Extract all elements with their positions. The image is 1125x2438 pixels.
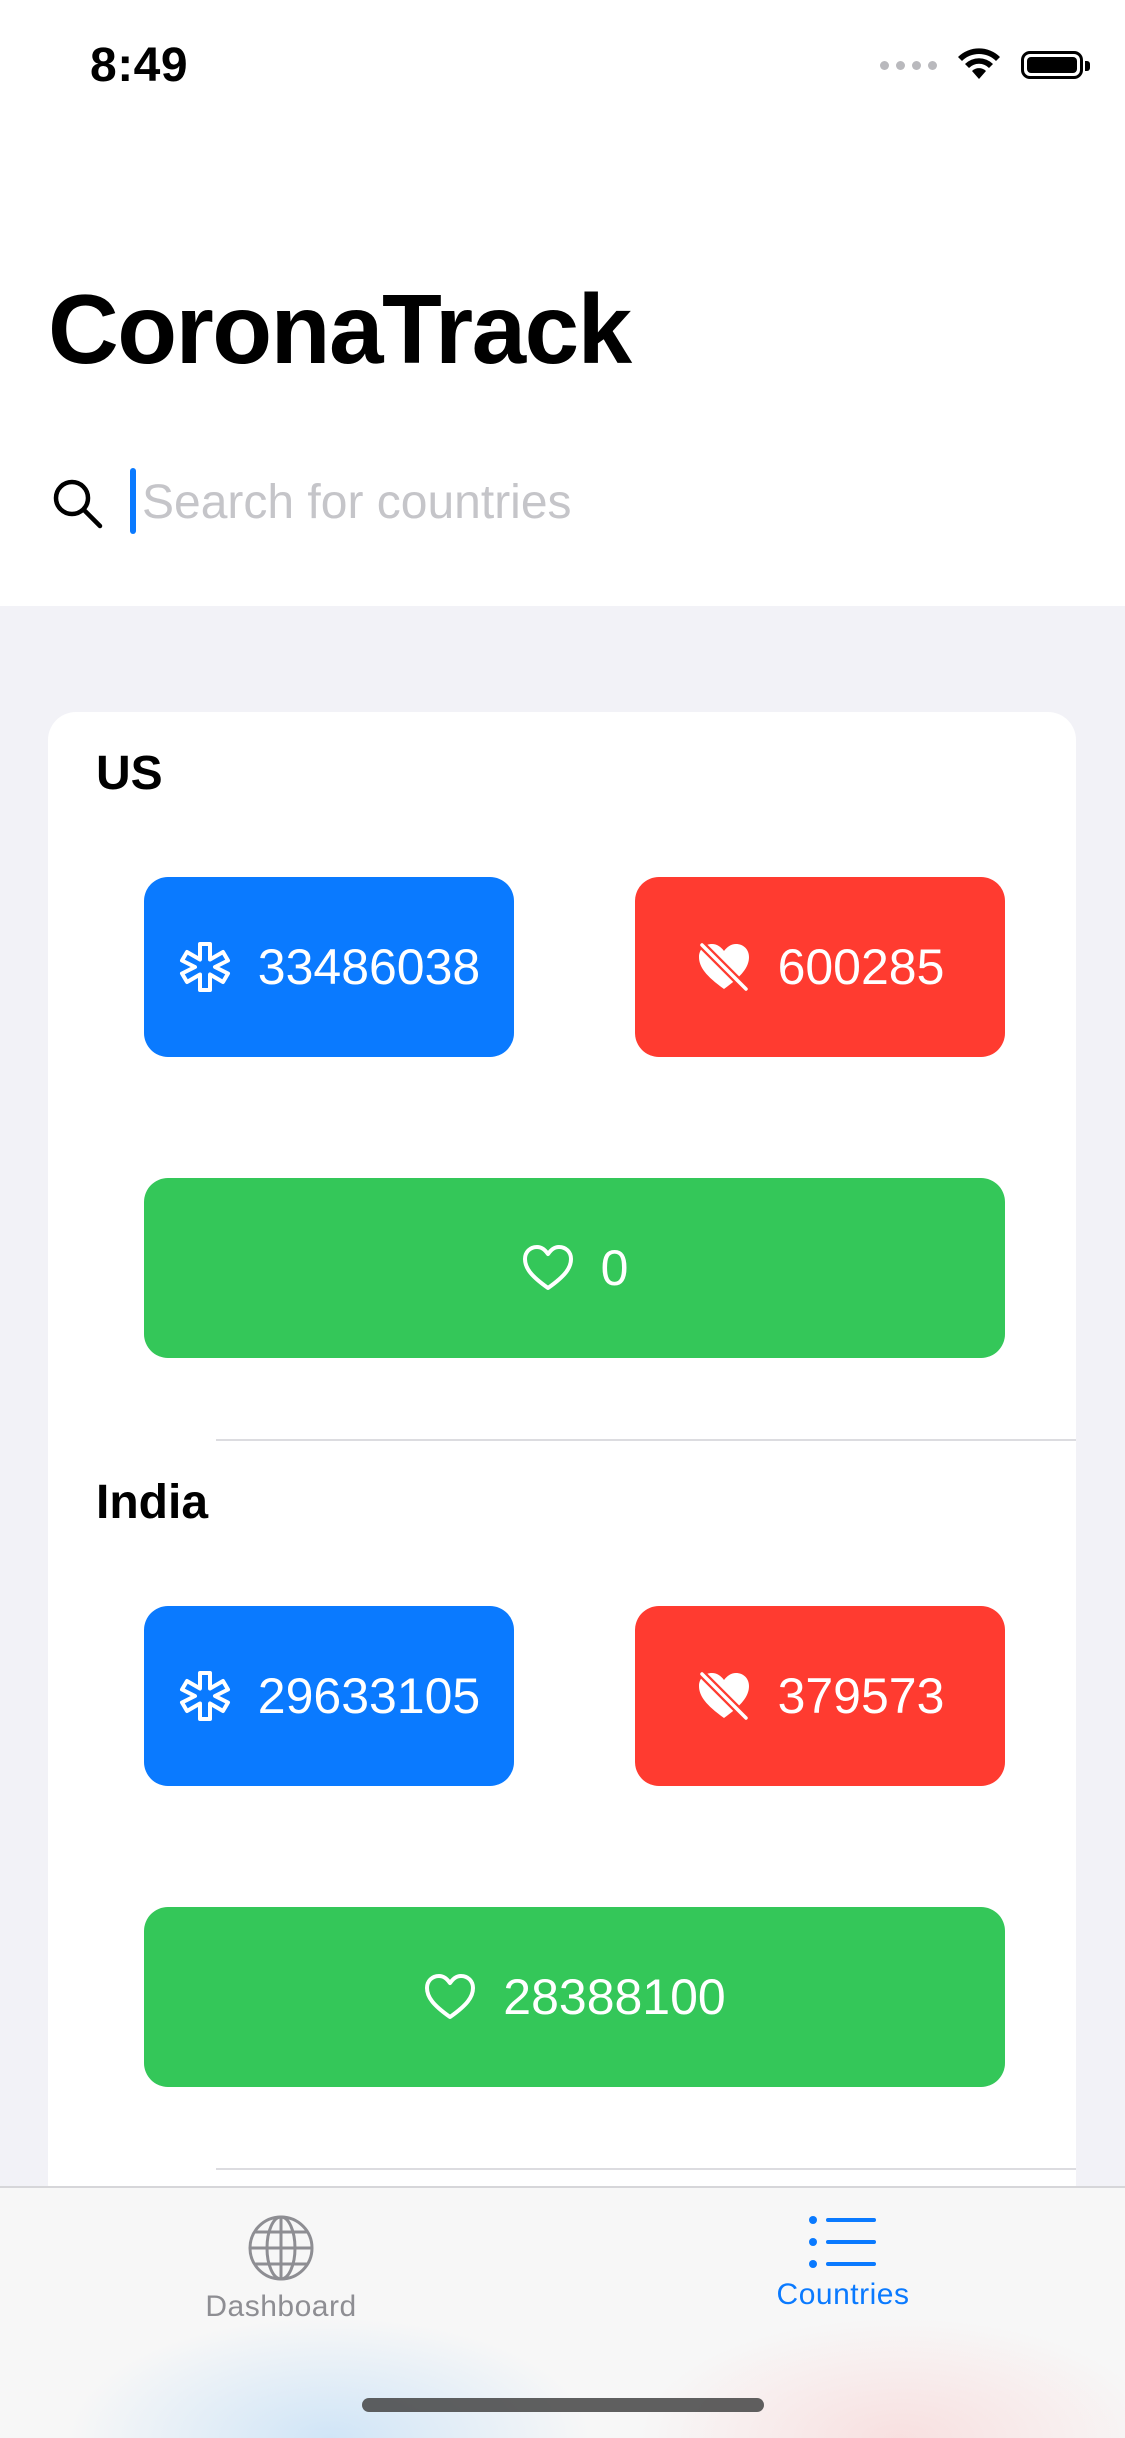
- tab-label: Countries: [776, 2278, 910, 2311]
- confirmed-count: 33486038: [257, 939, 481, 995]
- confirmed-count: 29633105: [257, 1668, 481, 1724]
- cellular-signal-icon: [880, 60, 937, 70]
- confirmed-badge: 33486038: [144, 877, 514, 1057]
- heart-icon: [425, 1974, 476, 2019]
- asterisk-medical-icon: [179, 1671, 230, 1721]
- search-icon: [53, 479, 103, 529]
- tab-bar: Dashboard Countries: [0, 2186, 1125, 2438]
- tab-dashboard[interactable]: Dashboard: [131, 2214, 431, 2324]
- tab-label: Dashboard: [205, 2290, 357, 2323]
- heart-slash-icon: [698, 942, 749, 992]
- search-input[interactable]: [142, 472, 1022, 532]
- deaths-badge: 379573: [635, 1606, 1005, 1786]
- heart-slash-icon: [698, 1671, 749, 1721]
- status-time: 8:49: [90, 39, 189, 92]
- deaths-count: 600285: [777, 939, 945, 995]
- row-separator: [216, 2168, 1076, 2170]
- wifi-icon: [958, 48, 1000, 79]
- row-separator: [216, 1439, 1076, 1441]
- search-bar[interactable]: [50, 468, 1050, 534]
- page-title: CoronaTrack: [48, 274, 632, 384]
- country-name: US: [96, 747, 163, 800]
- confirmed-badge: 29633105: [144, 1606, 514, 1786]
- countries-list[interactable]: US 33486038 600285 0 India 29633105 3795…: [48, 712, 1076, 2212]
- deaths-badge: 600285: [635, 877, 1005, 1057]
- navigation-header: 8:49 CoronaTrack: [0, 0, 1125, 606]
- recovered-count: 28388100: [503, 1969, 726, 2025]
- home-indicator[interactable]: [362, 2398, 764, 2412]
- country-name: India: [96, 1476, 209, 1529]
- heart-icon: [522, 1245, 573, 1290]
- battery-icon: [1021, 51, 1090, 79]
- deaths-count: 379573: [777, 1668, 945, 1724]
- recovered-badge: 0: [144, 1178, 1005, 1358]
- text-cursor: [130, 468, 136, 534]
- status-icons: [880, 48, 1090, 82]
- recovered-badge: 28388100: [144, 1907, 1005, 2087]
- list-icon: [809, 2216, 876, 2268]
- globe-icon: [248, 2215, 314, 2281]
- recovered-count: 0: [600, 1240, 629, 1296]
- tab-countries[interactable]: Countries: [693, 2214, 993, 2312]
- asterisk-medical-icon: [179, 942, 230, 992]
